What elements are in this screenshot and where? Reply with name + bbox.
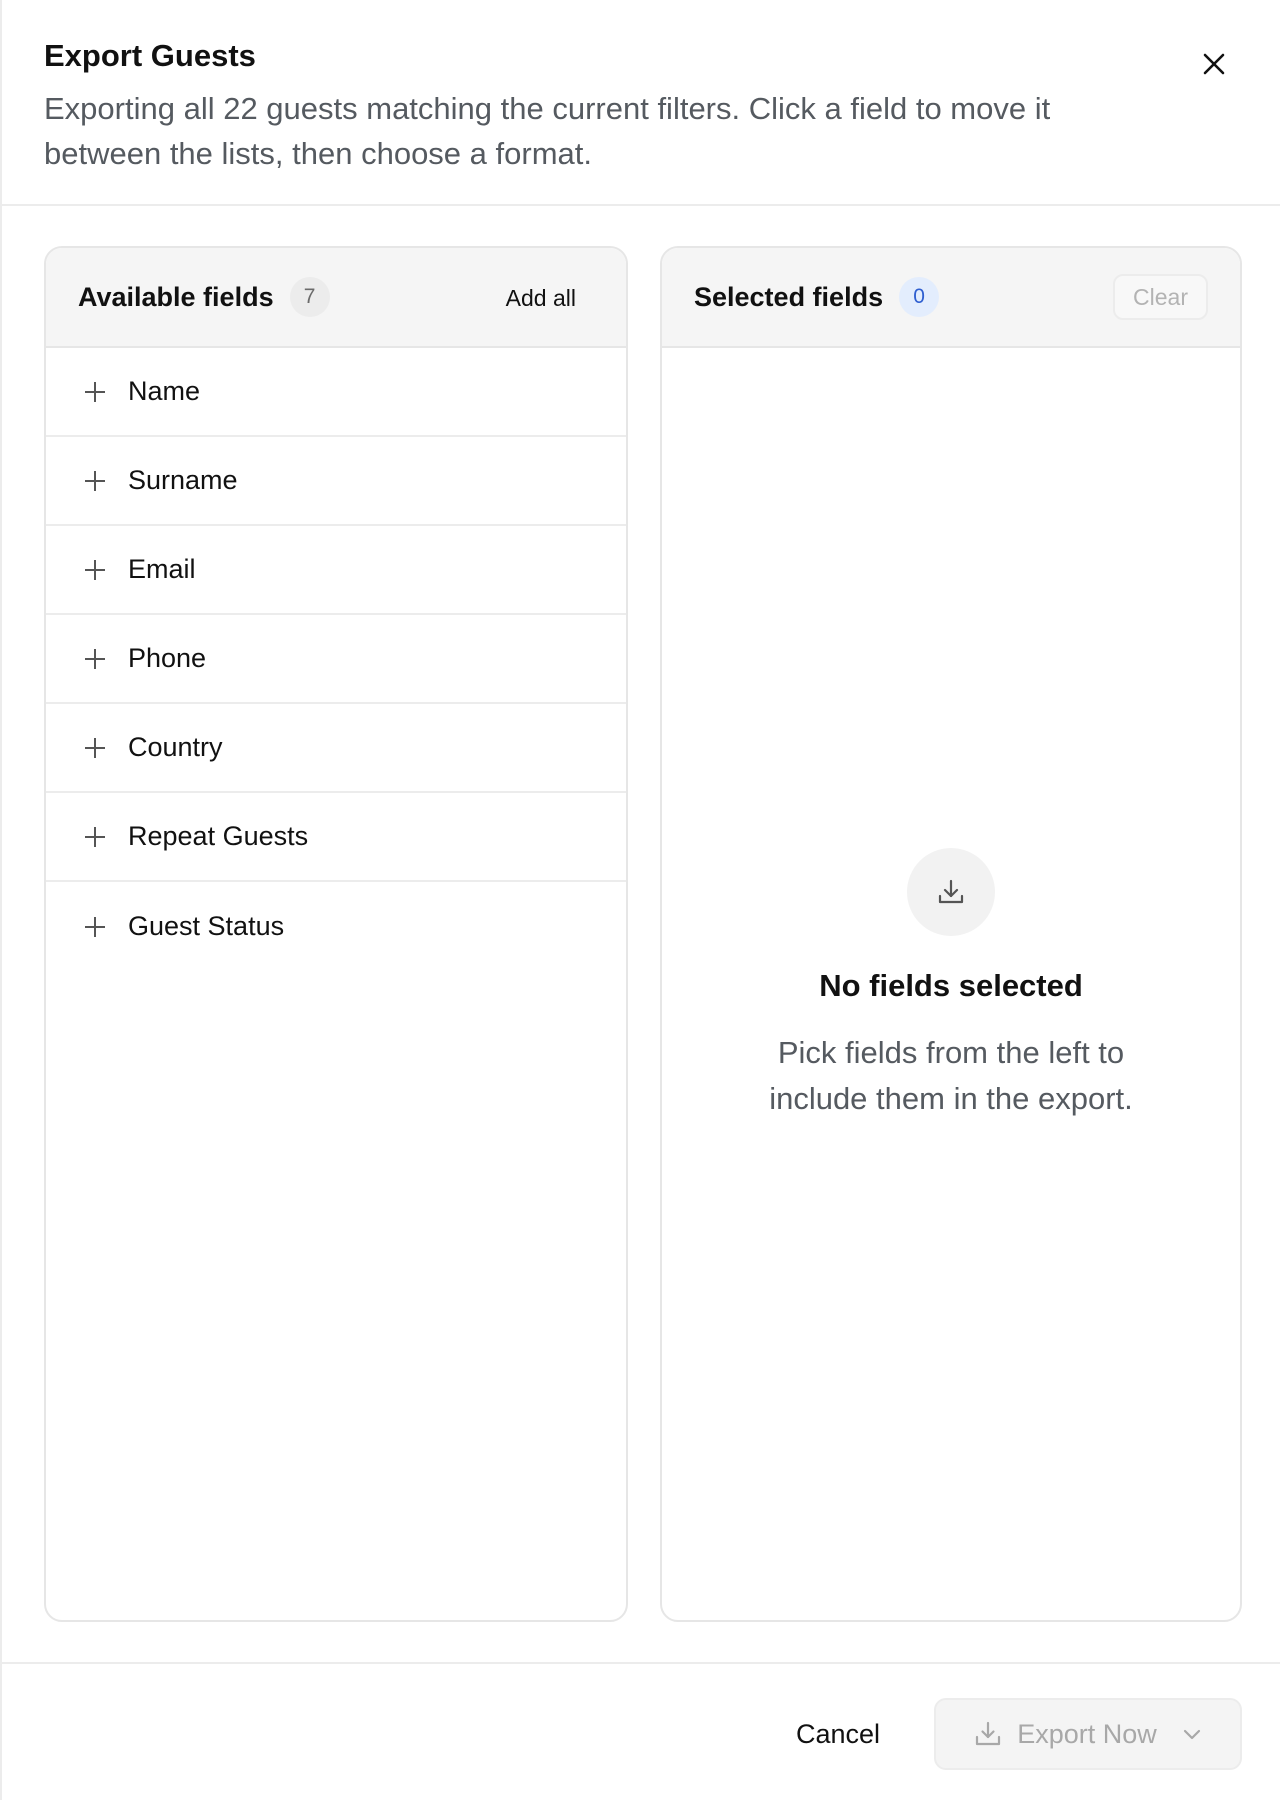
selected-fields-title: Selected fields (694, 281, 884, 312)
empty-state-description: Pick fields from the left to include the… (769, 1035, 1133, 1116)
selected-fields-panel: Selected fields 0 Clear No fields select… (660, 246, 1242, 1622)
dialog-footer: Cancel Export Now (2, 1662, 1280, 1800)
add-all-button[interactable]: Add all (498, 276, 584, 320)
close-button[interactable] (1200, 50, 1228, 78)
field-item-name[interactable]: Name (46, 348, 626, 437)
field-item-country[interactable]: Country (46, 704, 626, 793)
export-now-button[interactable]: Export Now (934, 1698, 1242, 1770)
dialog-description: Exporting all 22 guests matching the cur… (44, 91, 1051, 171)
cancel-button[interactable]: Cancel (778, 1698, 898, 1770)
available-field-list: Name Surname Email Phone Country Repeat … (46, 348, 626, 971)
field-label: Guest Status (128, 911, 285, 941)
available-fields-header: Available fields 7 Add all (46, 248, 626, 348)
plus-icon (85, 916, 105, 937)
plus-icon (85, 648, 105, 669)
field-label: Surname (128, 465, 238, 495)
export-guests-dialog: Export Guests Exporting all 22 guests ma… (0, 0, 1280, 1800)
field-label: Repeat Guests (128, 821, 309, 851)
selected-count-badge: 0 (899, 277, 940, 317)
available-fields-title: Available fields (78, 281, 274, 312)
download-icon (938, 879, 964, 904)
empty-state-title: No fields selected (819, 968, 1083, 1003)
dialog-header: Export Guests Exporting all 22 guests ma… (2, 0, 1280, 206)
plus-icon (85, 470, 105, 491)
field-item-email[interactable]: Email (46, 526, 626, 615)
selected-fields-header: Selected fields 0 Clear (662, 248, 1240, 348)
plus-icon (85, 737, 105, 758)
empty-state-icon-circle (907, 848, 995, 936)
plus-icon (85, 559, 105, 580)
plus-icon (85, 381, 105, 402)
empty-state: No fields selected Pick fields from the … (662, 848, 1240, 1122)
field-item-phone[interactable]: Phone (46, 615, 626, 704)
field-item-repeat-guests[interactable]: Repeat Guests (46, 793, 626, 882)
field-item-surname[interactable]: Surname (46, 437, 626, 526)
available-count-badge: 7 (289, 277, 330, 317)
download-icon (976, 1721, 1001, 1746)
export-now-label: Export Now (1017, 1718, 1157, 1749)
field-label: Phone (128, 643, 207, 673)
field-item-guest-status[interactable]: Guest Status (46, 882, 626, 971)
plus-icon (85, 826, 105, 847)
field-label: Email (128, 554, 196, 584)
field-label: Country (128, 732, 223, 762)
dialog-title: Export Guests (44, 38, 256, 73)
available-fields-panel: Available fields 7 Add all Name Surname … (44, 246, 628, 1622)
clear-button[interactable]: Clear (1113, 274, 1208, 320)
chevron-down-icon (1183, 1729, 1200, 1740)
close-icon (1203, 53, 1225, 75)
field-label: Name (128, 376, 201, 406)
